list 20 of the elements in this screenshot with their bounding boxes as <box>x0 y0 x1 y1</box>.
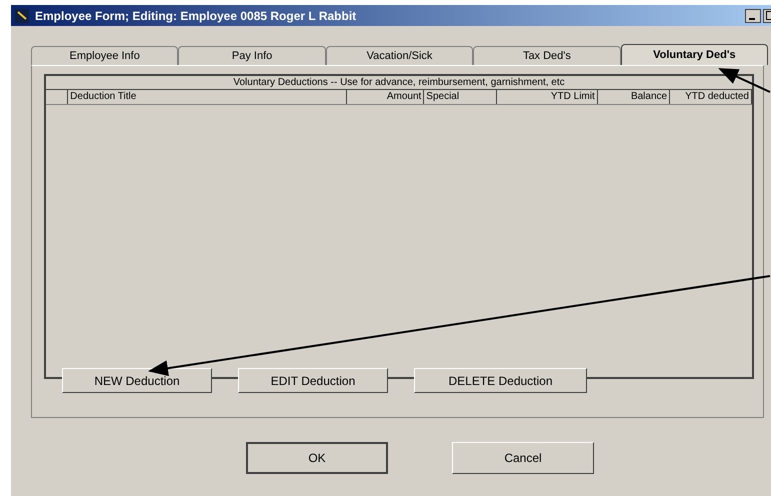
column-header[interactable]: YTD deducted <box>670 90 752 104</box>
column-header[interactable]: YTD Limit <box>496 90 598 104</box>
tab[interactable]: Pay Info <box>178 46 326 65</box>
action-button[interactable]: DELETE Deduction <box>414 368 587 393</box>
column-header[interactable]: Balance <box>598 90 670 104</box>
app-icon <box>15 8 29 22</box>
tab[interactable]: Employee Info <box>31 46 178 65</box>
minimize-icon[interactable] <box>745 8 761 22</box>
tab[interactable]: Voluntary Ded's <box>620 44 768 65</box>
action-button[interactable]: NEW Deduction <box>62 368 212 393</box>
column-header[interactable]: Deduction Title <box>68 90 348 104</box>
dialog-button[interactable]: Cancel <box>452 442 594 474</box>
table-caption: Voluntary Deductions -- Use for advance, reimbursement, garnishment, etc <box>46 76 752 90</box>
dialog-button[interactable]: OK <box>246 442 388 474</box>
tab[interactable]: Tax Ded's <box>473 46 621 65</box>
action-button[interactable]: EDIT Deduction <box>238 368 388 393</box>
column-header[interactable]: Amount <box>347 90 424 104</box>
window-title: Employee Form; Editing: Employee 0085 Roger L Rabbit <box>35 8 356 22</box>
tab[interactable]: Vacation/Sick <box>326 46 474 65</box>
column-header[interactable]: Special <box>424 90 497 104</box>
